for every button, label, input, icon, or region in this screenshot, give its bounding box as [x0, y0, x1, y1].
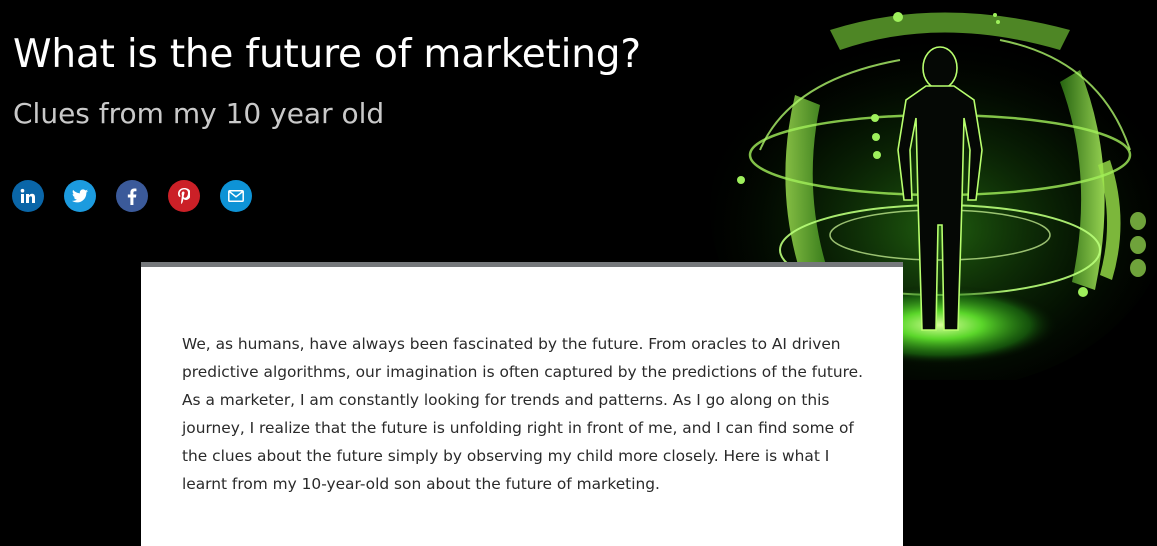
email-icon: [228, 190, 244, 202]
facebook-share-button[interactable]: [116, 180, 148, 212]
share-buttons: [12, 180, 252, 212]
twitter-icon: [72, 189, 88, 203]
article-intro: We, as humans, have always been fascinat…: [182, 335, 863, 493]
linkedin-share-button[interactable]: [12, 180, 44, 212]
twitter-share-button[interactable]: [64, 180, 96, 212]
pinterest-share-button[interactable]: [168, 180, 200, 212]
pinterest-icon: [178, 188, 190, 204]
page-title: What is the future of marketing?: [13, 32, 641, 77]
page: What is the future of marketing? Clues f…: [0, 0, 1157, 546]
linkedin-icon: [20, 188, 35, 203]
page-subtitle: Clues from my 10 year old: [13, 97, 385, 130]
email-share-button[interactable]: [220, 180, 252, 212]
facebook-icon: [127, 187, 137, 205]
article-card: We, as humans, have always been fascinat…: [141, 262, 903, 546]
